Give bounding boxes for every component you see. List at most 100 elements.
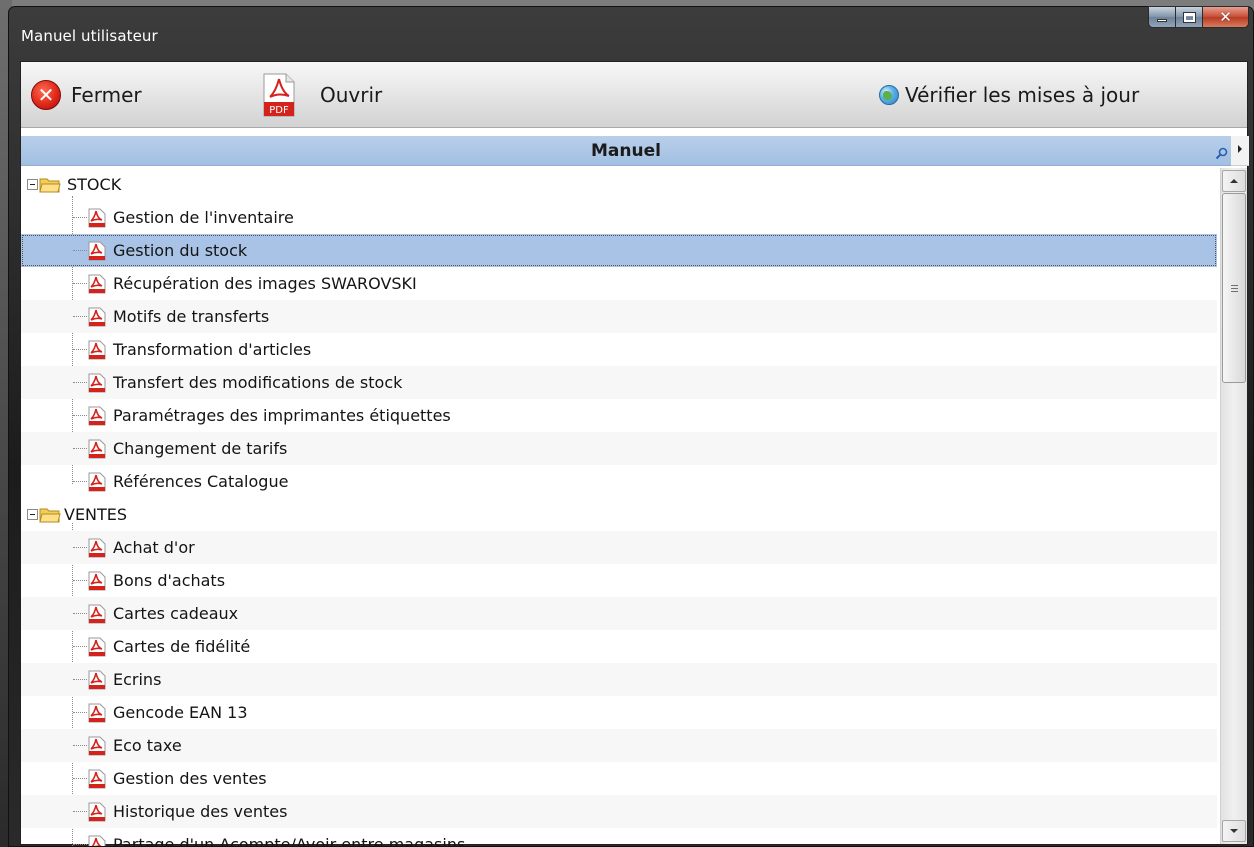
tree-item[interactable]: Historique des ventes: [21, 795, 1217, 828]
window-title: Manuel utilisateur: [21, 27, 158, 45]
tree-item[interactable]: Partage d'un Acompte/Avoir entre magasin…: [21, 828, 1217, 846]
tree-item[interactable]: Paramétrages des imprimantes étiquettes: [21, 399, 1217, 432]
tree-connector: [73, 844, 87, 845]
tree-item[interactable]: Gestion des ventes: [21, 762, 1217, 795]
scroll-up-button[interactable]: [1222, 170, 1246, 192]
ouvrir-button[interactable]: PDF Ouvrir: [262, 62, 382, 128]
search-icon[interactable]: [1215, 146, 1229, 160]
tree-item-selected[interactable]: Gestion du stock: [21, 234, 1217, 267]
pdf-file-icon: [88, 307, 106, 326]
folder-label: STOCK: [67, 175, 122, 194]
pdf-file-icon: [88, 208, 106, 227]
column-chooser-button[interactable]: [1231, 136, 1249, 166]
pdf-file-icon: [88, 439, 106, 458]
pdf-file-icon: [88, 373, 106, 392]
tree-connector: [73, 679, 87, 680]
item-label: Cartes de fidélité: [113, 637, 251, 656]
tree-connector: [73, 580, 87, 581]
item-label: Gestion des ventes: [113, 769, 267, 788]
pdf-file-icon: [88, 835, 106, 846]
pdf-file-icon: [88, 670, 106, 689]
tree-connector: [73, 448, 87, 449]
arrow-up-icon: [1230, 179, 1238, 183]
item-label: Transfert des modifications de stock: [113, 373, 403, 392]
tree-item[interactable]: Récupération des images SWAROVSKI: [21, 267, 1217, 300]
verifier-label: Vérifier les mises à jour: [905, 83, 1140, 107]
verifier-mises-a-jour-button[interactable]: Vérifier les mises à jour: [879, 62, 1139, 128]
tree-folder-ventes[interactable]: VENTES: [21, 498, 1217, 531]
tree-connector: [73, 217, 87, 218]
item-label: Changement de tarifs: [113, 439, 288, 458]
tree-connector: [73, 481, 87, 482]
tree-connector: [73, 415, 87, 416]
tree-connector: [73, 349, 87, 350]
tree-connector: [73, 712, 87, 713]
tree-connector: [73, 745, 87, 746]
tree-item[interactable]: Références Catalogue: [21, 465, 1217, 498]
tree-item[interactable]: Transfert des modifications de stock: [21, 366, 1217, 399]
tree-item[interactable]: Ecrins: [21, 663, 1217, 696]
fermer-button[interactable]: ✕ Fermer: [31, 62, 142, 128]
folder-icon: [39, 178, 61, 192]
grip-icon: [1230, 284, 1238, 292]
tree-item[interactable]: Gencode EAN 13: [21, 696, 1217, 729]
item-label: Références Catalogue: [113, 472, 289, 491]
tree-view: STOCK Gestion de l'inventaire Gestion du…: [21, 168, 1217, 846]
tree-item[interactable]: Gestion de l'inventaire: [21, 201, 1217, 234]
item-label: Gestion du stock: [113, 241, 248, 260]
maximize-icon: [1182, 11, 1196, 23]
pdf-file-icon: [88, 769, 106, 788]
item-label: Cartes cadeaux: [113, 604, 239, 623]
pdf-file-icon: [88, 703, 106, 722]
collapse-toggle[interactable]: [27, 179, 38, 190]
collapse-toggle[interactable]: [27, 509, 38, 520]
tree-connector: [73, 613, 87, 614]
tree-connector: [73, 646, 87, 647]
item-label: Paramétrages des imprimantes étiquettes: [113, 406, 451, 425]
item-label: Récupération des images SWAROVSKI: [113, 274, 417, 293]
ouvrir-label: Ouvrir: [320, 83, 383, 107]
item-label: Eco taxe: [113, 736, 182, 755]
pdf-badge: PDF: [269, 105, 289, 116]
pdf-file-icon: [88, 274, 106, 293]
scroll-thumb[interactable]: [1222, 193, 1246, 383]
item-label: Motifs de transferts: [113, 307, 270, 326]
tree-item[interactable]: Achat d'or: [21, 531, 1217, 564]
tree-folder-stock[interactable]: STOCK: [21, 168, 1217, 201]
title-bar[interactable]: Manuel utilisateur ✕: [9, 6, 1253, 61]
tree-item[interactable]: Transformation d'articles: [21, 333, 1217, 366]
vertical-scrollbar[interactable]: [1220, 168, 1247, 844]
tree-connector: [73, 316, 87, 317]
tree-connector: [73, 811, 87, 812]
toolbar: ✕ Fermer PDF Ouvrir Vérifier les mises à…: [21, 62, 1247, 128]
tree-column-header[interactable]: Manuel: [21, 136, 1231, 166]
item-label: Transformation d'articles: [113, 340, 312, 359]
minimize-icon: [1157, 19, 1167, 22]
tree-connector: [73, 382, 87, 383]
globe-icon: [879, 85, 899, 105]
tree-item[interactable]: Cartes de fidélité: [21, 630, 1217, 663]
tree-item[interactable]: Motifs de transferts: [21, 300, 1217, 333]
minimize-button[interactable]: [1148, 6, 1176, 28]
scroll-down-button[interactable]: [1222, 820, 1246, 842]
tree-item[interactable]: Changement de tarifs: [21, 432, 1217, 465]
maximize-button[interactable]: [1176, 6, 1203, 28]
tree-item[interactable]: Cartes cadeaux: [21, 597, 1217, 630]
tree-item[interactable]: Bons d'achats: [21, 564, 1217, 597]
pdf-file-icon: [88, 241, 106, 260]
x-icon: ✕: [1219, 7, 1232, 26]
pdf-file-icon: [88, 802, 106, 821]
tree-item[interactable]: Eco taxe: [21, 729, 1217, 762]
window-close-button[interactable]: ✕: [1203, 6, 1249, 28]
pdf-icon: PDF: [263, 73, 295, 117]
folder-label: VENTES: [64, 505, 128, 524]
pdf-file-icon: [88, 340, 106, 359]
pdf-file-icon: [88, 472, 106, 491]
item-label: Historique des ventes: [113, 802, 288, 821]
item-label: Bons d'achats: [113, 571, 226, 590]
client-area: ✕ Fermer PDF Ouvrir Vérifier les mises à…: [20, 61, 1249, 846]
arrow-down-icon: [1230, 829, 1238, 833]
tree-connector: [73, 547, 87, 548]
tree-connector: [73, 283, 87, 284]
item-label: Gestion de l'inventaire: [113, 208, 294, 227]
